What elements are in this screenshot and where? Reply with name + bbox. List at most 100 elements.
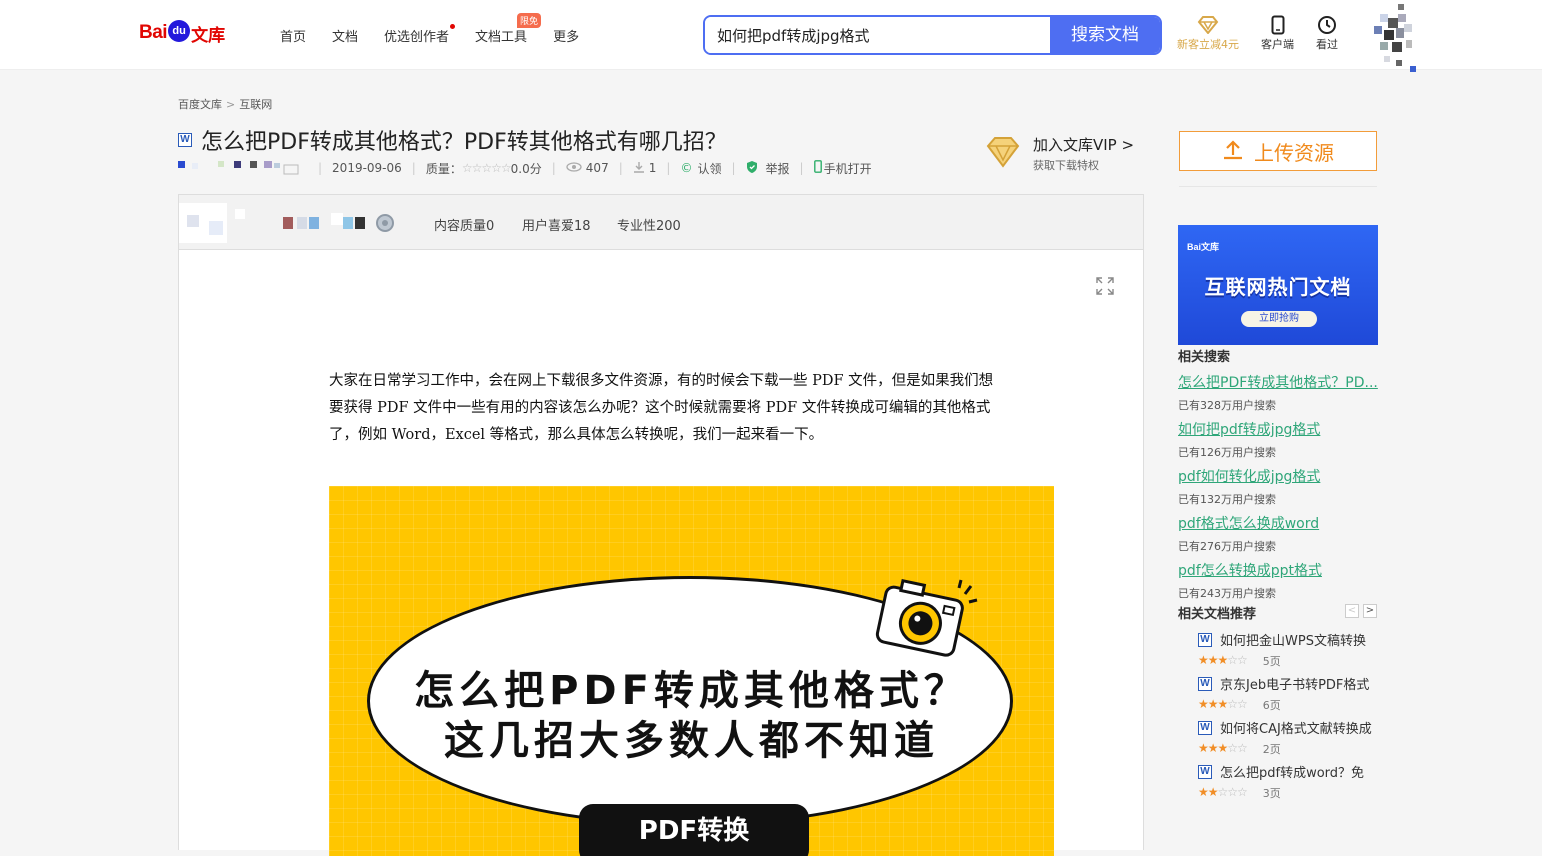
client-app-link[interactable]: 客户端 bbox=[1261, 14, 1294, 52]
cover-ribbon: PDF转换 bbox=[579, 804, 809, 856]
new-customer-discount[interactable]: 新客立减4元 bbox=[1177, 14, 1239, 52]
page-count: 2页 bbox=[1262, 743, 1281, 756]
related-search-item: pdf如何转化成jpg格式 已有132万用户搜索 bbox=[1178, 466, 1378, 507]
search-box: 搜索文档 bbox=[703, 15, 1162, 55]
user-avatar[interactable] bbox=[1370, 0, 1420, 72]
divider bbox=[1179, 186, 1377, 187]
search-input[interactable] bbox=[705, 17, 1050, 53]
upload-icon bbox=[1222, 138, 1244, 165]
document-paragraph: 大家在日常学习工作中，会在网上下载很多文件资源，有的时候会下载一些 PDF 文件… bbox=[329, 373, 994, 443]
phone-icon bbox=[1271, 14, 1285, 36]
recommend-heading: 相关文档推荐 bbox=[1178, 607, 1257, 622]
related-search-link[interactable]: 怎么把PDF转成其他格式？PD... bbox=[1178, 372, 1378, 392]
hot-docs-banner[interactable]: Bai文库 互联网热门文档 立即抢购 bbox=[1178, 225, 1378, 345]
nav-doc-tools[interactable]: 文档工具 限免 bbox=[475, 13, 542, 45]
related-search-link[interactable]: pdf怎么转换成ppt格式 bbox=[1178, 560, 1378, 580]
related-search-link[interactable]: 如何把pdf转成jpg格式 bbox=[1178, 419, 1378, 439]
recommended-doc[interactable]: W 京东Jeb电子书转PDF格式 ★★★☆☆ 6页 bbox=[1198, 674, 1378, 713]
recommended-doc-title: 如何把金山WPS文稿转换 bbox=[1220, 634, 1366, 649]
page-count: 6页 bbox=[1262, 699, 1281, 712]
related-search-heading: 相关搜索 bbox=[1178, 350, 1231, 365]
shield-icon bbox=[746, 160, 758, 177]
vip-diamond-icon bbox=[985, 134, 1021, 170]
eye-icon bbox=[566, 161, 582, 175]
nav-home[interactable]: 首页 bbox=[280, 26, 306, 45]
report-link[interactable]: 举报 bbox=[766, 160, 790, 177]
search-count: 已有132万用户搜索 bbox=[1178, 493, 1276, 506]
page-title: 怎么把PDF转成其他格式？PDF转其他格式有哪几招？ bbox=[201, 130, 727, 155]
rating-stars: ★★★☆☆ bbox=[1198, 741, 1248, 755]
nav-docs[interactable]: 文档 bbox=[332, 26, 358, 45]
fullscreen-icon[interactable] bbox=[1096, 277, 1114, 295]
client-label: 客户端 bbox=[1261, 38, 1294, 51]
meta-divider: | bbox=[618, 161, 623, 175]
nav-creators-label: 优选创作者 bbox=[384, 30, 450, 45]
banner-buy-button[interactable]: 立即抢购 bbox=[1241, 311, 1317, 327]
notification-dot bbox=[450, 24, 456, 29]
stat-professionalism: 专业性200 bbox=[617, 219, 681, 234]
recommended-doc[interactable]: W 如何将CAJ格式文献转换成 ★★★☆☆ 2页 bbox=[1198, 718, 1378, 757]
baidu-wenku-logo[interactable]: Bai du 文库 bbox=[139, 18, 225, 48]
view-count: 407 bbox=[585, 161, 609, 175]
camera-icon bbox=[875, 578, 978, 657]
nav-doc-tools-label: 文档工具 bbox=[475, 30, 528, 45]
related-search-link[interactable]: pdf如何转化成jpg格式 bbox=[1178, 466, 1378, 486]
page-count: 5页 bbox=[1262, 655, 1281, 668]
author-info[interactable] bbox=[179, 203, 399, 247]
word-doc-icon: W bbox=[178, 133, 192, 147]
recommend-prev-button[interactable]: < bbox=[1345, 604, 1359, 618]
breadcrumb-current[interactable]: 互联网 bbox=[239, 98, 272, 111]
top-bar: Bai du 文库 首页 文档 优选创作者 文档工具 限免 更多 搜索文档 新客立… bbox=[0, 0, 1542, 72]
search-count: 已有276万用户搜索 bbox=[1178, 540, 1276, 553]
search-button[interactable]: 搜索文档 bbox=[1050, 17, 1160, 53]
stat-content-quality: 内容质量0 bbox=[434, 219, 495, 234]
clock-icon bbox=[1317, 14, 1337, 36]
search-count: 已有328万用户搜索 bbox=[1178, 399, 1276, 412]
recommend-next-button[interactable]: > bbox=[1363, 604, 1377, 618]
stat-user-likes: 用户喜爱18 bbox=[522, 219, 591, 234]
document-viewer: 大家在日常学习工作中，会在网上下载很多文件资源，有的时候会下载一些 PDF 文件… bbox=[178, 250, 1144, 856]
related-search-item: 怎么把PDF转成其他格式？PD... 已有328万用户搜索 bbox=[1178, 372, 1378, 413]
discount-label: 新客立减4元 bbox=[1177, 38, 1239, 51]
upload-button[interactable]: 上传资源 bbox=[1179, 131, 1377, 171]
related-search-item: 如何把pdf转成jpg格式 已有126万用户搜索 bbox=[1178, 419, 1378, 460]
document-cover-image: 怎么把PDF转成其他格式？ 这几招大多数人都不知道 PDF转换 bbox=[329, 486, 1054, 856]
meta-divider: | bbox=[799, 161, 804, 175]
related-search-item: pdf格式怎么换成word 已有276万用户搜索 bbox=[1178, 513, 1378, 554]
recommended-doc-title: 怎么把pdf转成word？免 bbox=[1220, 766, 1365, 781]
document-stats-bar: 内容质量0 用户喜爱18 专业性200 bbox=[178, 194, 1144, 250]
recommended-doc[interactable]: W 如何把金山WPS文稿转换 ★★★☆☆ 5页 bbox=[1198, 630, 1378, 669]
download-count: 1 bbox=[648, 161, 657, 175]
join-vip-promo[interactable]: 加入文库VIP > 获取下载特权 bbox=[985, 134, 1134, 173]
related-search-item: pdf怎么转换成ppt格式 已有243万用户搜索 bbox=[1178, 560, 1378, 601]
document-meta: | 2019-09-06 | 质量： ☆☆☆☆☆ 0.0分 | 407 | 1 … bbox=[178, 160, 872, 176]
vip-title: 加入文库VIP > bbox=[1033, 136, 1135, 154]
copyright-icon: © bbox=[680, 161, 693, 175]
related-search-link[interactable]: pdf格式怎么换成word bbox=[1178, 513, 1378, 533]
quality-label: 质量： bbox=[425, 161, 462, 176]
logo-bai: Bai bbox=[139, 22, 168, 43]
breadcrumb: 百度文库 > 互联网 bbox=[178, 96, 272, 112]
word-doc-icon: W bbox=[1198, 676, 1212, 691]
recommended-doc[interactable]: W 怎么把pdf转成word？免 ★★☆☆☆ 3页 bbox=[1198, 762, 1378, 801]
claim-link[interactable]: 认领 bbox=[697, 160, 721, 177]
rating-stars: ☆☆☆☆☆ bbox=[461, 161, 512, 175]
header-tools: 新客立减4元 客户端 看过 bbox=[1177, 14, 1360, 52]
nav-creators[interactable]: 优选创作者 bbox=[384, 24, 456, 45]
main-nav: 首页 文档 优选创作者 文档工具 限免 更多 bbox=[280, 13, 605, 45]
open-on-mobile-link[interactable]: 手机打开 bbox=[824, 160, 872, 177]
word-doc-icon: W bbox=[1198, 632, 1212, 647]
meta-divider: | bbox=[731, 161, 736, 175]
rating-stars: ★★☆☆☆ bbox=[1198, 785, 1248, 799]
uploader-avatar[interactable] bbox=[178, 159, 308, 178]
breadcrumb-root[interactable]: 百度文库 bbox=[178, 98, 222, 111]
recommended-doc-title: 如何将CAJ格式文献转换成 bbox=[1220, 722, 1372, 737]
cover-headline-line2: 这几招大多数人都不知道 bbox=[444, 718, 939, 764]
search-count: 已有126万用户搜索 bbox=[1178, 446, 1276, 459]
meta-divider: | bbox=[666, 161, 671, 175]
rating-stars: ★★★☆☆ bbox=[1198, 697, 1248, 711]
banner-logo: Bai文库 bbox=[1187, 242, 1220, 252]
meta-divider: | bbox=[411, 161, 416, 175]
nav-more[interactable]: 更多 bbox=[553, 26, 579, 45]
history-link[interactable]: 看过 bbox=[1316, 14, 1338, 52]
